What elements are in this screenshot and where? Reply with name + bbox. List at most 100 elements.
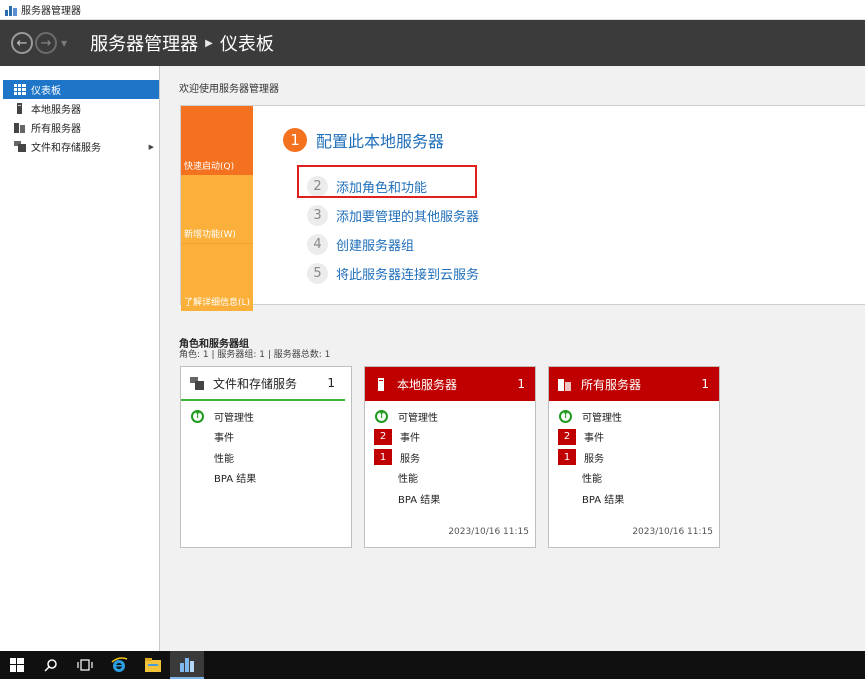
tile-row-events[interactable]: 2 事件 [365, 427, 535, 448]
tab-learn-more[interactable]: 了解详细信息(L) [181, 243, 253, 311]
sidebar-item-label: 仪表板 [31, 86, 61, 97]
row-label: 事件 [584, 433, 604, 445]
step-connect-cloud[interactable]: 5 将此服务器连接到云服务 [307, 263, 479, 284]
tile-all-servers[interactable]: 所有服务器 1 ↑ 可管理性 2 事件 1 服务 性能 BPA 结果 2023/… [548, 366, 720, 548]
step-add-servers[interactable]: 3 添加要管理的其他服务器 [307, 205, 479, 226]
tile-count: 1 [701, 377, 709, 391]
row-label: 可管理性 [582, 412, 622, 424]
step-create-server-group[interactable]: 4 创建服务器组 [307, 234, 414, 255]
tile-row-services[interactable]: 1 服务 [365, 447, 535, 468]
back-arrow-icon[interactable]: ← [11, 32, 33, 54]
up-arrow-ok-icon: ↑ [559, 409, 572, 423]
servers-icon [558, 378, 572, 391]
window-titlebar: 服务器管理器 [0, 0, 865, 20]
tile-row-performance[interactable]: 性能 [181, 447, 351, 468]
tile-timestamp: 2023/10/16 11:15 [632, 527, 713, 537]
tile-row-services[interactable]: 1 服务 [549, 447, 719, 468]
server-icon [374, 377, 388, 391]
tile-header[interactable]: 文件和存储服务 1 [181, 367, 345, 401]
sidebar-item-all-servers[interactable]: 所有服务器 [0, 118, 159, 137]
step-label[interactable]: 创建服务器组 [336, 235, 414, 254]
tile-row-manageability[interactable]: ↑ 可管理性 [365, 406, 535, 427]
sidebar-item-label: 文件和存储服务 [31, 143, 101, 154]
history-dropdown-icon[interactable]: ▼ [61, 39, 67, 48]
tile-row-bpa[interactable]: BPA 结果 [181, 468, 351, 489]
tile-timestamp: 2023/10/16 11:15 [448, 527, 529, 537]
search-icon[interactable] [34, 651, 68, 679]
tile-row-bpa[interactable]: BPA 结果 [365, 488, 535, 509]
step-number-badge: 3 [307, 205, 328, 226]
tab-whats-new[interactable]: 新增功能(W) [181, 175, 253, 243]
taskbar [0, 651, 865, 679]
welcome-panel: 快速启动(Q) 新增功能(W) 了解详细信息(L) 1 配置此本地服务器 2 添… [180, 105, 865, 311]
expand-arrow-icon[interactable]: ▶ [149, 143, 154, 151]
tile-row-events[interactable]: 事件 [181, 427, 351, 448]
tile-header[interactable]: 本地服务器 1 [365, 367, 535, 401]
breadcrumb-root[interactable]: 服务器管理器 [90, 30, 198, 56]
tile-row-events[interactable]: 2 事件 [549, 427, 719, 448]
breadcrumb-current: 仪表板 [219, 34, 274, 55]
tile-rows: ↑ 可管理性 2 事件 1 服务 性能 BPA 结果 [549, 401, 719, 509]
tab-quick-start[interactable]: 快速启动(Q) [181, 106, 253, 175]
file-storage-icon [190, 376, 204, 390]
tile-title: 文件和存储服务 [213, 376, 298, 391]
file-explorer-icon[interactable] [136, 651, 170, 679]
tile-header[interactable]: 所有服务器 1 [549, 367, 719, 401]
alert-count-badge: 1 [558, 449, 576, 466]
roles-summary: 角色: 1 | 服务器组: 1 | 服务器总数: 1 [179, 350, 331, 360]
row-label: BPA 结果 [582, 494, 625, 506]
tile-row-performance[interactable]: 性能 [365, 468, 535, 489]
tile-count: 1 [517, 377, 525, 391]
tile-local-server[interactable]: 本地服务器 1 ↑ 可管理性 2 事件 1 服务 性能 BPA 结果 2023/… [364, 366, 536, 548]
sidebar-item-dashboard[interactable]: 仪表板 [3, 80, 159, 99]
step-configure-local-server[interactable]: 1 配置此本地服务器 [283, 128, 444, 152]
step-number-badge: 1 [283, 128, 307, 152]
tile-row-performance[interactable]: 性能 [549, 468, 719, 489]
step-label[interactable]: 将此服务器连接到云服务 [336, 264, 479, 283]
up-arrow-ok-icon: ↑ [191, 409, 204, 423]
tile-title: 本地服务器 [397, 377, 458, 392]
tile-row-manageability[interactable]: ↑ 可管理性 [181, 406, 351, 427]
tile-row-manageability[interactable]: ↑ 可管理性 [549, 406, 719, 427]
file-storage-icon [14, 141, 26, 152]
server-manager-app-icon [5, 4, 17, 16]
step-number-badge: 5 [307, 263, 328, 284]
tile-rows: ↑ 可管理性 2 事件 1 服务 性能 BPA 结果 [365, 401, 535, 509]
forward-arrow-icon[interactable]: → [35, 32, 57, 54]
row-label: 性能 [214, 453, 234, 465]
tile-file-storage[interactable]: 文件和存储服务 1 ↑ 可管理性 事件 性能 BPA 结果 [180, 366, 352, 548]
row-label: BPA 结果 [398, 494, 441, 506]
sidebar-item-local-server[interactable]: 本地服务器 [0, 99, 159, 118]
row-label: 可管理性 [398, 412, 438, 424]
windows-start-icon[interactable] [0, 651, 34, 679]
alert-count-badge: 1 [374, 449, 392, 466]
row-label: 性能 [582, 474, 602, 486]
tile-title: 所有服务器 [581, 377, 642, 392]
ie-browser-icon[interactable] [102, 651, 136, 679]
row-label: 性能 [398, 474, 418, 486]
header-bar: ← → ▼ 服务器管理器 ▶ 仪表板 [0, 20, 865, 66]
sidebar-item-file-storage[interactable]: 文件和存储服务 ▶ [0, 137, 159, 156]
sidebar-item-label: 所有服务器 [31, 124, 81, 135]
row-label: BPA 结果 [214, 474, 257, 486]
step-label[interactable]: 配置此本地服务器 [316, 128, 444, 152]
alert-count-badge: 2 [374, 428, 392, 445]
tile-count: 1 [327, 376, 335, 390]
row-label: 可管理性 [214, 412, 254, 424]
tile-row-bpa[interactable]: BPA 结果 [549, 488, 719, 509]
servers-icon [14, 122, 26, 133]
tile-rows: ↑ 可管理性 事件 性能 BPA 结果 [181, 401, 351, 488]
row-label: 服务 [584, 453, 604, 465]
server-icon [14, 103, 26, 114]
up-arrow-ok-icon: ↑ [375, 409, 388, 423]
server-manager-taskbar-icon[interactable] [170, 651, 204, 679]
row-label: 服务 [400, 453, 420, 465]
breadcrumb-separator-icon: ▶ [205, 37, 213, 49]
alert-count-badge: 2 [558, 428, 576, 445]
sidebar-item-label: 本地服务器 [31, 105, 81, 116]
row-label: 事件 [214, 433, 234, 445]
step-label[interactable]: 添加要管理的其他服务器 [336, 206, 479, 225]
task-view-icon[interactable] [68, 651, 102, 679]
dashboard-grid-icon [14, 84, 26, 95]
welcome-title: 欢迎使用服务器管理器 [179, 84, 279, 95]
